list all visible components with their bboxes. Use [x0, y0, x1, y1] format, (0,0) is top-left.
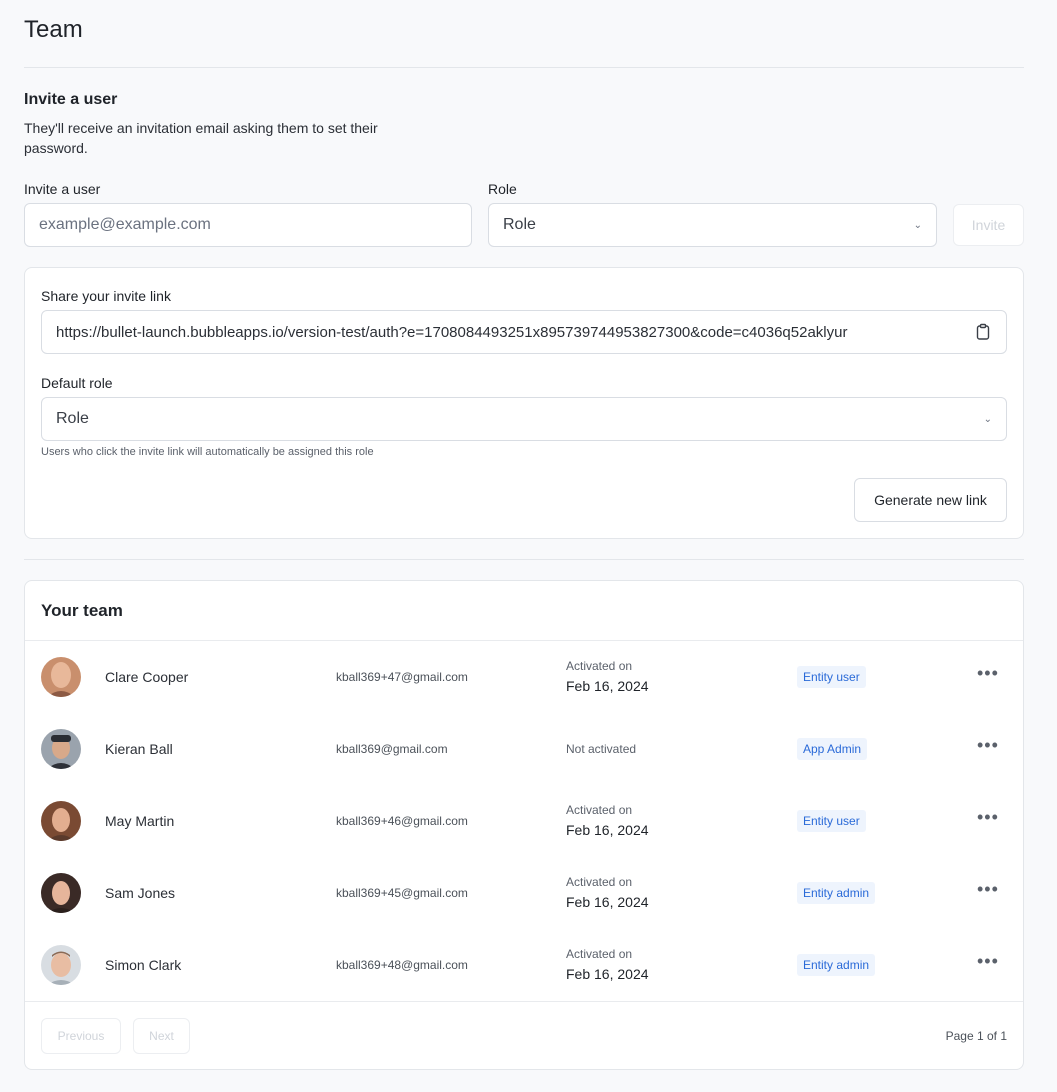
chevron-down-icon: ⌄ — [983, 413, 992, 425]
team-footer-divider — [25, 1001, 1023, 1002]
more-horizontal-icon[interactable]: ••• — [977, 951, 999, 972]
previous-button[interactable]: Previous — [41, 1018, 121, 1054]
member-status-label: Not activated — [566, 742, 637, 756]
invite-link-label: Share your invite link — [41, 288, 171, 304]
member-status-date: Feb 16, 2024 — [566, 966, 649, 982]
default-role-select[interactable]: Role ⌄ — [41, 397, 1007, 441]
avatar — [41, 657, 81, 697]
default-role-value: Role — [56, 410, 89, 427]
header-divider — [24, 67, 1024, 68]
member-name: May Martin — [105, 813, 175, 829]
member-email: kball369+48@gmail.com — [336, 958, 468, 972]
email-field-label: Invite a user — [24, 181, 101, 197]
table-row: Clare Cooper kball369+47@gmail.com Activ… — [25, 641, 1023, 713]
member-role-badge: Entity admin — [797, 882, 876, 904]
member-role-badge: Entity admin — [797, 954, 876, 976]
generate-new-link-button[interactable]: Generate new link — [854, 478, 1007, 522]
invite-section-description: They'll receive an invitation email aski… — [24, 120, 378, 156]
invite-section-title: Invite a user — [24, 91, 118, 108]
member-role-badge: Entity user — [797, 666, 866, 688]
page-info: Page 1 of 1 — [945, 1029, 1007, 1043]
member-role-badge: App Admin — [797, 738, 868, 760]
default-role-label: Default role — [41, 375, 113, 391]
table-row: Simon Clark kball369+48@gmail.com Activa… — [25, 929, 1023, 1001]
member-name: Kieran Ball — [105, 741, 173, 757]
table-row: Kieran Ball kball369@gmail.com Not activ… — [25, 713, 1023, 785]
next-button[interactable]: Next — [133, 1018, 190, 1054]
default-role-hint: Users who click the invite link will aut… — [41, 446, 374, 458]
table-row: Sam Jones kball369+45@gmail.com Activate… — [25, 857, 1023, 929]
member-role-badge: Entity user — [797, 810, 866, 832]
member-status-date: Feb 16, 2024 — [566, 822, 649, 838]
member-status-label: Activated on — [566, 875, 633, 889]
team-card: Your team Clare Cooper kball369+47@gmail… — [24, 580, 1024, 1070]
role-field-label: Role — [488, 181, 517, 197]
clipboard-icon[interactable] — [974, 323, 992, 341]
more-horizontal-icon[interactable]: ••• — [977, 879, 999, 900]
avatar — [41, 801, 81, 841]
more-horizontal-icon[interactable]: ••• — [977, 735, 999, 756]
team-title: Your team — [41, 601, 123, 620]
avatar — [41, 729, 81, 769]
avatar — [41, 873, 81, 913]
invite-link-url: https://bullet-launch.bubbleapps.io/vers… — [56, 323, 848, 341]
section-divider — [24, 559, 1024, 560]
member-email: kball369+45@gmail.com — [336, 886, 468, 900]
avatar — [41, 945, 81, 985]
chevron-down-icon: ⌄ — [913, 219, 922, 231]
invite-link-card: Share your invite link https://bullet-la… — [24, 267, 1024, 539]
more-horizontal-icon[interactable]: ••• — [977, 807, 999, 828]
invite-role-value: Role — [503, 216, 536, 233]
member-email: kball369+47@gmail.com — [336, 670, 468, 684]
member-status-label: Activated on — [566, 803, 633, 817]
invite-role-select[interactable]: Role ⌄ — [488, 203, 937, 247]
member-status-date: Feb 16, 2024 — [566, 894, 649, 910]
member-status-label: Activated on — [566, 659, 633, 673]
more-horizontal-icon[interactable]: ••• — [977, 663, 999, 684]
invite-link-field[interactable]: https://bullet-launch.bubbleapps.io/vers… — [41, 310, 1007, 354]
member-name: Simon Clark — [105, 957, 182, 973]
member-email: kball369@gmail.com — [336, 742, 448, 756]
member-status-label: Activated on — [566, 947, 633, 961]
member-status-date: Feb 16, 2024 — [566, 678, 649, 694]
invite-button[interactable]: Invite — [953, 204, 1024, 246]
invite-email-input[interactable]: example@example.com — [24, 203, 472, 247]
member-name: Clare Cooper — [105, 669, 189, 685]
member-email: kball369+46@gmail.com — [336, 814, 468, 828]
page-title: Team — [24, 16, 83, 43]
table-row: May Martin kball369+46@gmail.com Activat… — [25, 785, 1023, 857]
member-name: Sam Jones — [105, 885, 176, 901]
